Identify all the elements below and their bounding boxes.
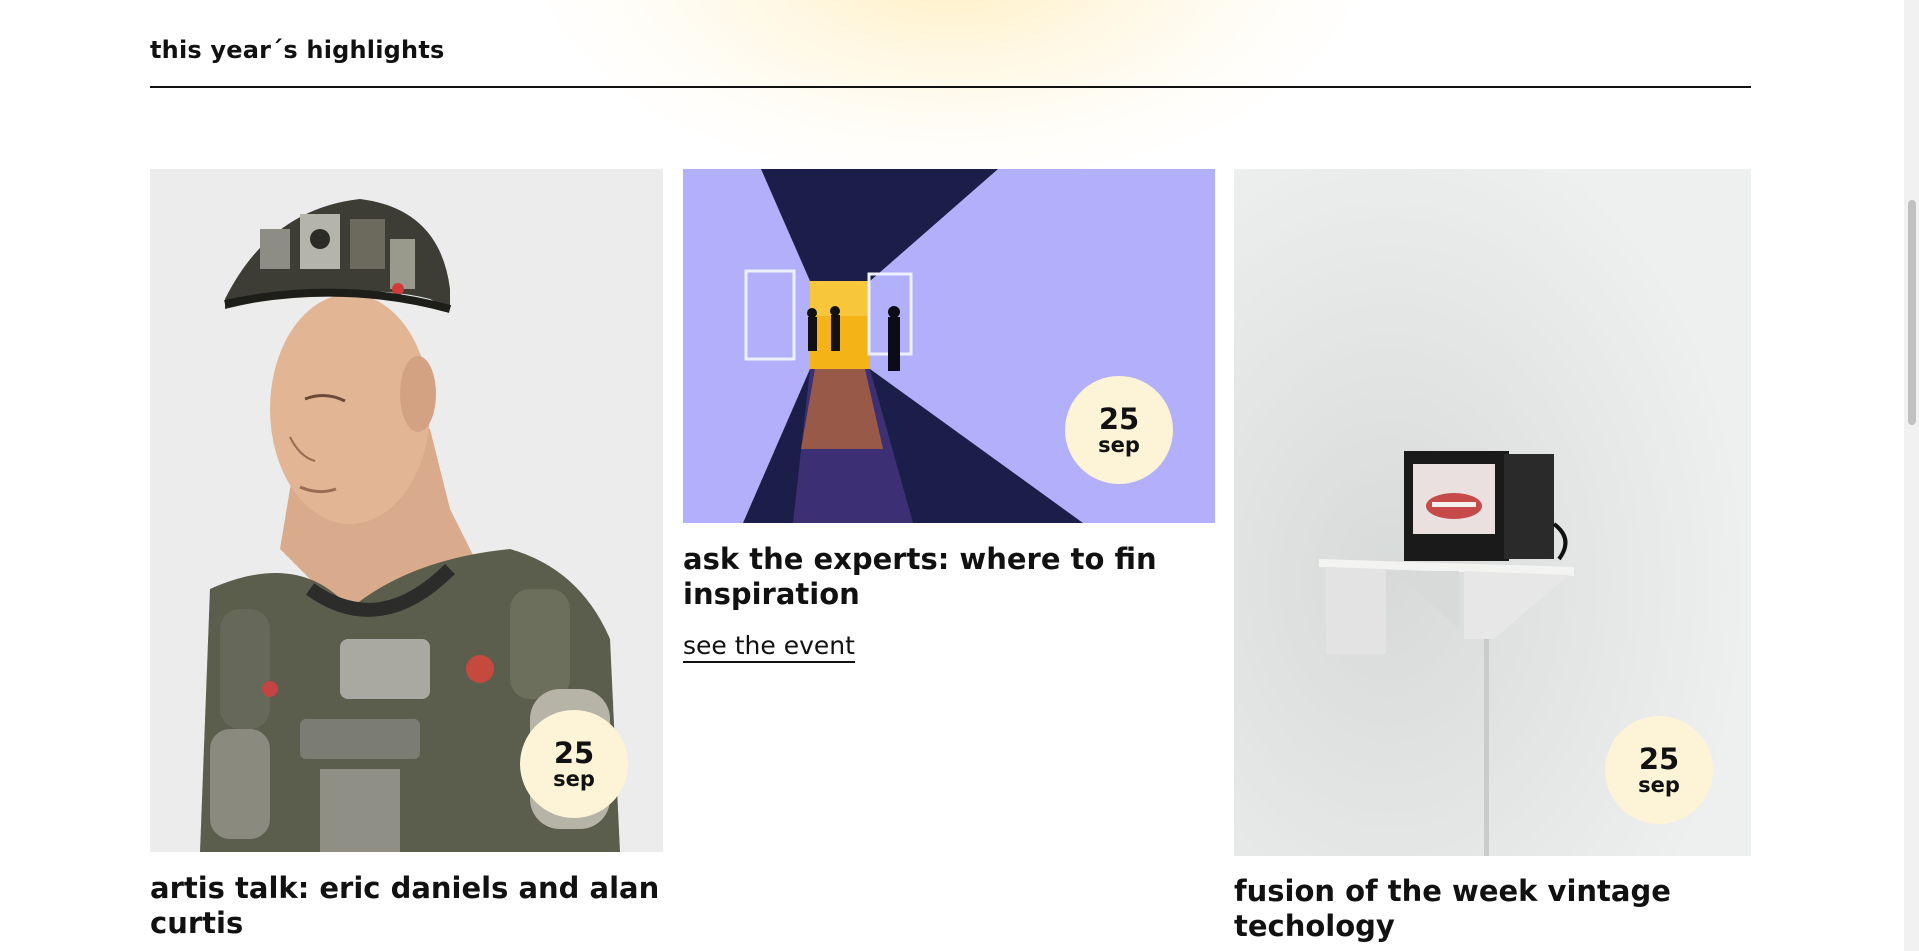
section-title: this year´s highlights (150, 36, 445, 64)
date-month: sep (553, 767, 595, 791)
see-event-link[interactable]: see the event (683, 632, 855, 663)
event-card[interactable]: 25 sep fusion of the week vintage techol… (1234, 169, 1751, 951)
date-badge: 25 sep (1065, 376, 1173, 484)
date-month: sep (1638, 773, 1680, 797)
date-month: sep (1098, 433, 1140, 457)
event-title[interactable]: artis talk: eric daniels and alan curtis (150, 871, 663, 941)
page: this year´s highlights 25 sep artis talk… (0, 0, 1919, 951)
date-day: 25 (1098, 402, 1140, 436)
event-title[interactable]: ask the experts: where to fin inspiratio… (683, 542, 1215, 612)
vertical-scrollbar[interactable] (1904, 0, 1919, 951)
event-card[interactable]: 25 sep ask the experts: where to fin ins… (683, 169, 1215, 669)
scrollbar-thumb[interactable] (1908, 200, 1916, 425)
date-badge: 25 sep (520, 710, 628, 818)
date-badge: 25 sep (1605, 716, 1713, 824)
date-day: 25 (1638, 742, 1680, 776)
section-divider (150, 86, 1751, 88)
event-card[interactable]: 25 sep artis talk: eric daniels and alan… (150, 169, 663, 951)
event-title[interactable]: fusion of the week vintage techology (1234, 874, 1751, 944)
date-day: 25 (553, 736, 595, 770)
background-glow (540, 0, 1360, 180)
